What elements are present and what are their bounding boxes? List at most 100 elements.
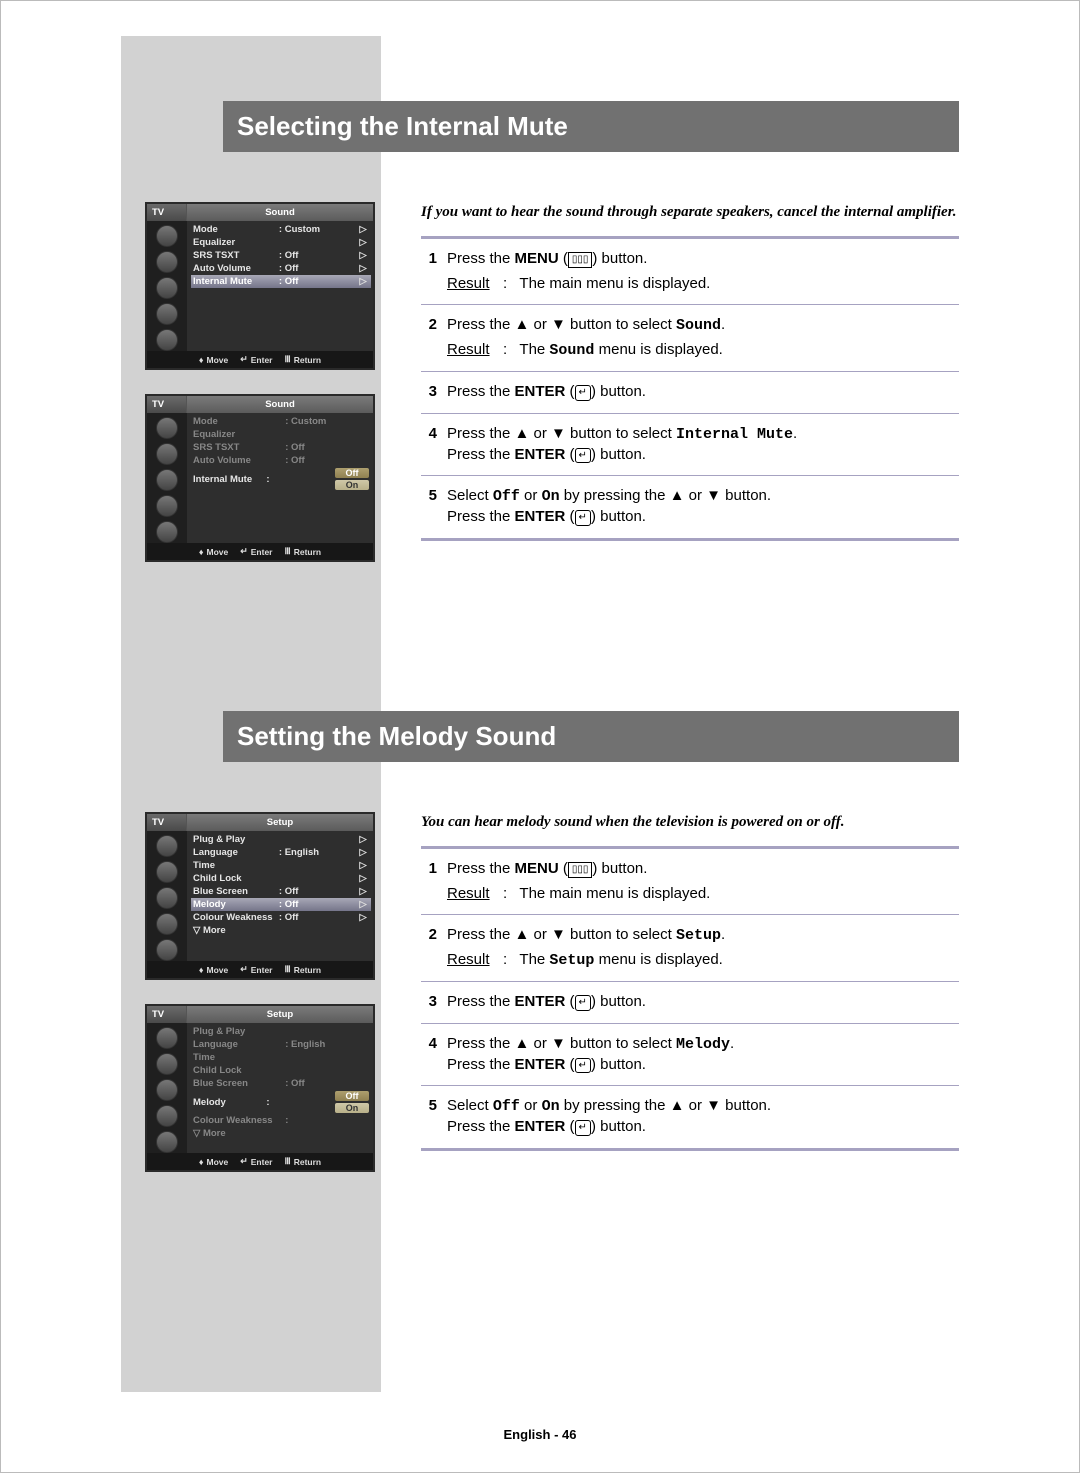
chevron-right-icon: ▷	[357, 263, 369, 274]
return-icon: Ⅲ	[285, 354, 291, 365]
enter-icon: ↵	[240, 964, 248, 975]
enter-button-icon: ↵	[575, 448, 591, 464]
setup-icon	[156, 1105, 178, 1127]
step-1: 1 Press the MENU (▯▯▯) button. Result: T…	[421, 855, 959, 908]
osd-row-more[interactable]: ▽ More	[191, 1127, 371, 1140]
channel-icon	[156, 469, 178, 491]
osd-footer: ♦Move ↵Enter ⅢReturn	[147, 1153, 373, 1170]
manual-page: Selecting the Internal Mute TV Sound	[0, 0, 1080, 1473]
osd-row-autovol[interactable]: Auto VolumeOff▷	[191, 262, 371, 275]
osd-row-childlock: Child Lock	[191, 1064, 371, 1077]
osd-row-internal-mute[interactable]: Internal Mute : Off On	[191, 467, 371, 491]
sound-icon	[156, 251, 178, 273]
step-2: 2 Press the ▲ or ▼ button to select Setu…	[421, 921, 959, 976]
osd-setup-popup: TV Setup Plug & Play Lan	[145, 1004, 375, 1172]
osd-footer: ♦Move ↵Enter ⅢReturn	[147, 961, 373, 978]
osd-tv-label: TV	[147, 1006, 187, 1023]
section-2-osds: TV Setup Plug & Play▷ La	[121, 812, 401, 1196]
step-5: 5 Select Off or On by pressing the ▲ or …	[421, 1092, 959, 1142]
chevron-right-icon: ▷	[357, 834, 369, 845]
chevron-right-icon: ▷	[357, 224, 369, 235]
osd-title: Sound	[187, 396, 373, 413]
osd-row-melody[interactable]: Melody : Off On	[191, 1090, 371, 1114]
channel-icon	[156, 1079, 178, 1101]
enter-icon: ↵	[240, 1156, 248, 1167]
step-5: 5 Select Off or On by pressing the ▲ or …	[421, 482, 959, 532]
picture-icon	[156, 835, 178, 857]
osd-header: TV Sound	[147, 204, 373, 221]
chevron-right-icon: ▷	[357, 860, 369, 871]
enter-button-icon: ↵	[575, 1058, 591, 1074]
menu-button-icon: ▯▯▯	[568, 252, 593, 268]
osd-row-childlock[interactable]: Child Lock▷	[191, 872, 371, 885]
input-icon	[156, 521, 178, 543]
popup-option-on[interactable]: On	[335, 480, 369, 490]
chevron-right-icon: ▷	[357, 250, 369, 261]
section-1-osds: TV Sound ModeCustom▷ Equ	[121, 202, 401, 586]
return-icon: Ⅲ	[285, 964, 291, 975]
osd-row-time[interactable]: Time▷	[191, 859, 371, 872]
osd-row-bluescreen[interactable]: Blue ScreenOff▷	[191, 885, 371, 898]
input-icon	[156, 1131, 178, 1153]
setup-icon	[156, 495, 178, 517]
osd-tv-label: TV	[147, 204, 187, 221]
osd-category-icons	[147, 413, 187, 543]
input-icon	[156, 939, 178, 961]
sound-icon	[156, 1053, 178, 1075]
osd-title: Sound	[187, 204, 373, 221]
osd-title: Setup	[187, 1006, 373, 1023]
osd-row-melody[interactable]: MelodyOff▷	[191, 898, 371, 911]
step-3: 3 Press the ENTER (↵) button.	[421, 988, 959, 1016]
sound-icon	[156, 861, 178, 883]
popup-option-on[interactable]: On	[335, 1103, 369, 1113]
osd-category-icons	[147, 1023, 187, 1153]
osd-sound-list: TV Sound ModeCustom▷ Equ	[145, 202, 375, 370]
osd-row-bluescreen: Blue ScreenOff	[191, 1077, 371, 1090]
popup-option-off[interactable]: Off	[335, 1091, 369, 1101]
popup-option-off[interactable]: Off	[335, 468, 369, 478]
step-4: 4 Press the ▲ or ▼ button to select Inte…	[421, 420, 959, 470]
osd-setup-list: TV Setup Plug & Play▷ La	[145, 812, 375, 980]
page-number: English - 46	[504, 1427, 577, 1442]
osd-tv-label: TV	[147, 396, 187, 413]
osd-header: TV Sound	[147, 396, 373, 413]
menu-button-icon: ▯▯▯	[568, 862, 593, 878]
section-2-intro: You can hear melody sound when the telev…	[421, 812, 959, 832]
chevron-right-icon: ▷	[357, 237, 369, 248]
section-2-steps: You can hear melody sound when the telev…	[401, 812, 959, 1157]
osd-header: TV Setup	[147, 1006, 373, 1023]
osd-title: Setup	[187, 814, 373, 831]
channel-icon	[156, 887, 178, 909]
section-2-columns: TV Setup Plug & Play▷ La	[121, 812, 959, 1196]
step-3: 3 Press the ENTER (↵) button.	[421, 378, 959, 406]
osd-row-mode: ModeCustom	[191, 415, 371, 428]
input-icon	[156, 329, 178, 351]
chevron-right-icon: ▷	[357, 899, 369, 910]
osd-tv-label: TV	[147, 814, 187, 831]
move-icon: ♦	[199, 547, 204, 557]
setup-icon	[156, 303, 178, 325]
osd-row-mode[interactable]: ModeCustom▷	[191, 223, 371, 236]
section-2-title: Setting the Melody Sound	[223, 711, 959, 762]
osd-header: TV Setup	[147, 814, 373, 831]
osd-category-icons	[147, 831, 187, 961]
osd-row-internal-mute[interactable]: Internal MuteOff▷	[191, 275, 371, 288]
osd-row-equalizer: Equalizer	[191, 428, 371, 441]
chevron-right-icon: ▷	[357, 873, 369, 884]
osd-row-plugplay[interactable]: Plug & Play▷	[191, 833, 371, 846]
osd-row-language[interactable]: LanguageEnglish▷	[191, 846, 371, 859]
osd-row-equalizer[interactable]: Equalizer▷	[191, 236, 371, 249]
channel-icon	[156, 277, 178, 299]
osd-row-language: LanguageEnglish	[191, 1038, 371, 1051]
chevron-right-icon: ▷	[357, 886, 369, 897]
return-icon: Ⅲ	[285, 546, 291, 557]
osd-row-srs: SRS TSXTOff	[191, 441, 371, 454]
osd-row-srs[interactable]: SRS TSXTOff▷	[191, 249, 371, 262]
osd-sound-popup: TV Sound ModeCustom Equa	[145, 394, 375, 562]
step-4: 4 Press the ▲ or ▼ button to select Melo…	[421, 1030, 959, 1080]
osd-footer: ♦Move ↵Enter ⅢReturn	[147, 351, 373, 368]
osd-row-colourweakness[interactable]: Colour WeaknessOff▷	[191, 911, 371, 924]
osd-row-more[interactable]: ▽ More	[191, 924, 371, 937]
section-1-columns: TV Sound ModeCustom▷ Equ	[121, 202, 959, 586]
setup-icon	[156, 913, 178, 935]
